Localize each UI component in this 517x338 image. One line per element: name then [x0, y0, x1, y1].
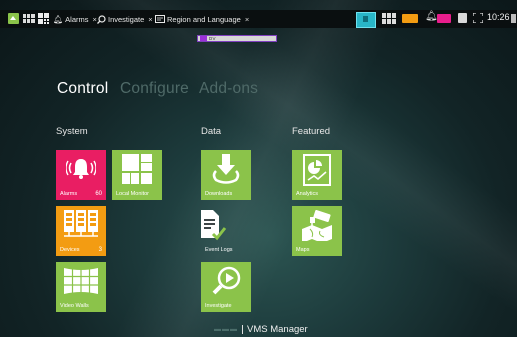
- section-data-title: Data: [201, 126, 222, 137]
- tile-local-monitor[interactable]: Local Monitor: [112, 150, 162, 200]
- analytics-icon: [303, 154, 331, 186]
- monitor-icon[interactable]: [356, 12, 376, 28]
- tile-event-logs-label: Event Logs: [205, 247, 233, 253]
- tab-investigate[interactable]: Investigate ×: [97, 12, 153, 26]
- brand-logo-icon: ▬▬▬: [214, 325, 238, 333]
- tab-add-ons[interactable]: Add-ons: [199, 80, 258, 98]
- tile-maps-label: Maps: [296, 247, 310, 253]
- tab-region-language[interactable]: Region and Language ×: [155, 12, 249, 26]
- fullscreen-icon[interactable]: [473, 13, 483, 23]
- tab-investigate-label: Investigate: [108, 14, 145, 24]
- app-screen: 🔔︎ Alarms × Investigate × Region and Lan…: [0, 0, 517, 338]
- grid-monitor-icon: [122, 154, 152, 184]
- close-icon[interactable]: ×: [148, 15, 152, 24]
- tab-control[interactable]: Control: [57, 80, 108, 98]
- menu-icon[interactable]: [511, 14, 516, 23]
- section-system-title: System: [56, 126, 88, 137]
- home-icon[interactable]: [8, 13, 19, 24]
- close-icon[interactable]: ×: [245, 15, 249, 24]
- investigate-play-icon: [212, 266, 241, 295]
- footer-divider: [242, 324, 243, 334]
- footer-brand: ▬▬▬ VMS Manager: [214, 323, 308, 335]
- top-taskbar: 🔔︎ Alarms × Investigate × Region and Lan…: [0, 10, 517, 28]
- section-featured-title: Featured: [292, 126, 331, 137]
- tile-devices-label: Devices: [60, 247, 80, 253]
- tile-investigate[interactable]: Investigate: [201, 262, 251, 312]
- device-grid-icon[interactable]: [382, 13, 396, 24]
- notification-bell-icon[interactable]: 🔔︎: [425, 11, 438, 22]
- tile-alarms[interactable]: Alarms 60: [56, 150, 106, 200]
- tab-alarms[interactable]: 🔔︎ Alarms ×: [53, 12, 97, 26]
- tab-region-language-label: Region and Language: [167, 14, 241, 24]
- alarm-bell-icon: [66, 159, 96, 179]
- alarm-bell-icon: 🔔︎: [53, 14, 64, 24]
- tile-alarms-count: 60: [95, 191, 102, 197]
- lock-icon[interactable]: [458, 13, 467, 23]
- region-language-icon: [155, 15, 165, 23]
- alarm-indicator-icon[interactable]: [437, 14, 451, 23]
- tile-alarms-label: Alarms: [60, 191, 78, 197]
- tile-local-monitor-label: Local Monitor: [116, 191, 150, 197]
- warning-indicator-icon[interactable]: [402, 14, 418, 23]
- tile-downloads[interactable]: Downloads: [201, 150, 251, 200]
- brand-banner: DV: [197, 35, 277, 42]
- tile-maps[interactable]: Maps: [292, 206, 342, 256]
- tile-video-walls[interactable]: Video Walls: [56, 262, 106, 312]
- devices-icon: [64, 210, 98, 237]
- clock-time: 10:26: [487, 12, 510, 22]
- tab-configure[interactable]: Configure: [120, 80, 189, 98]
- map-camera-icon: [302, 209, 332, 241]
- tile-video-walls-label: Video Walls: [60, 303, 89, 309]
- grid-view-icon[interactable]: [23, 14, 35, 23]
- magnifier-icon: [97, 14, 106, 24]
- tile-devices[interactable]: Devices 3: [56, 206, 106, 256]
- tile-analytics-label: Analytics: [296, 191, 319, 197]
- tile-analytics[interactable]: Analytics: [292, 150, 342, 200]
- product-name: VMS Manager: [247, 323, 308, 335]
- tile-investigate-label: Investigate: [205, 303, 232, 309]
- tile-downloads-label: Downloads: [205, 191, 233, 197]
- video-wall-icon: [64, 268, 98, 294]
- banner-text: DV: [209, 36, 216, 41]
- layout-icon[interactable]: [38, 13, 49, 24]
- brand-logo-icon: [200, 36, 207, 41]
- event-log-icon: [201, 210, 227, 241]
- tile-devices-count: 3: [98, 247, 102, 253]
- download-icon: [212, 154, 240, 184]
- tab-alarms-label: Alarms: [65, 14, 89, 24]
- tile-event-logs[interactable]: Event Logs: [201, 206, 251, 256]
